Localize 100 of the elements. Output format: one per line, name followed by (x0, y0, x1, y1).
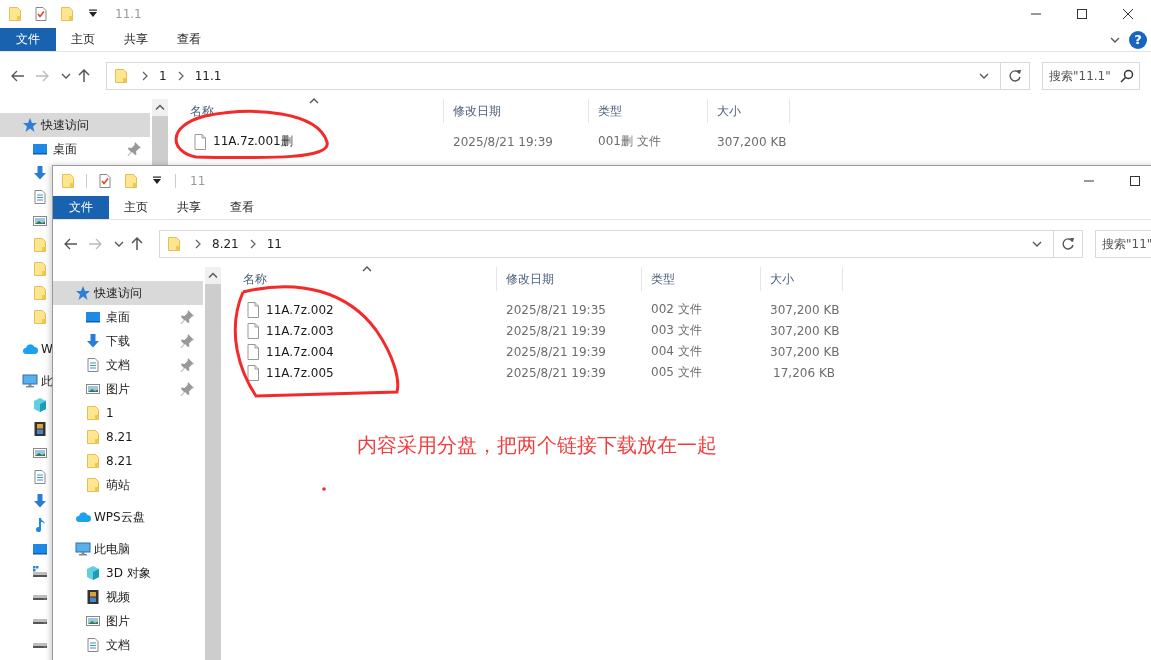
ribbon-tab[interactable]: 查看 (215, 196, 268, 219)
sidebar-item[interactable]: 视频 (53, 585, 203, 609)
file-name[interactable]: 11A.7z.005 (266, 365, 334, 380)
column-header[interactable]: 大小 (708, 99, 790, 123)
sidebar-item[interactable]: 3D 对象 (53, 561, 203, 585)
address-bar[interactable]: 1 11.1 (106, 62, 1030, 90)
file-menu-button[interactable]: 文件 (0, 28, 56, 51)
file-icon (245, 322, 261, 339)
file-type: 002 文件 (650, 301, 703, 318)
file-size: 307,200 KB (769, 302, 841, 317)
breadcrumb[interactable]: 11 (262, 237, 286, 251)
ribbon-tab[interactable]: 查看 (162, 28, 215, 51)
picture-icon (32, 213, 48, 229)
sidebar-item[interactable]: 1 (53, 401, 203, 425)
modified-date: 2025/8/21 19:39 (452, 134, 554, 149)
file-type: 004 文件 (650, 343, 703, 360)
document-icon (85, 637, 101, 653)
cloud-icon (22, 341, 38, 357)
address-bar[interactable]: 8.21 11 (159, 230, 1083, 258)
maximize-icon[interactable] (1127, 173, 1143, 189)
ribbon-tab[interactable]: 共享 (162, 196, 215, 219)
breadcrumb[interactable]: 11.1 (190, 69, 226, 83)
sidebar-item[interactable]: 8.21 (53, 425, 203, 449)
folder-icon (32, 309, 48, 325)
column-header[interactable]: 修改日期 (444, 99, 589, 123)
folder-icon (85, 477, 101, 493)
document-icon (32, 189, 48, 205)
column-header[interactable]: 类型 (589, 99, 708, 123)
scrollbar[interactable] (205, 267, 221, 660)
folder-icon (32, 237, 48, 253)
properties-icon[interactable] (33, 6, 49, 22)
ribbon-tab[interactable]: 主页 (109, 196, 162, 219)
sidebar-item[interactable]: 桌面 (0, 137, 150, 161)
file-icon (192, 133, 208, 150)
file-menu-button[interactable]: 文件 (53, 196, 109, 219)
film-icon (85, 589, 101, 605)
sidebar-item[interactable]: 下载 (53, 329, 203, 353)
modified-date: 2025/8/21 19:39 (505, 323, 607, 338)
file-type: 003 文件 (650, 322, 703, 339)
column-header[interactable]: 名称 (221, 267, 497, 291)
file-name[interactable]: 11A.7z.004 (266, 344, 334, 359)
file-size: 307,200 KB (769, 323, 841, 338)
folder-icon (166, 236, 182, 252)
properties-icon[interactable] (97, 173, 113, 189)
sidebar-item[interactable]: 图片 (53, 377, 203, 401)
sidebar-item[interactable]: 此电脑 (53, 537, 203, 561)
sidebar-item[interactable]: 文档 (53, 633, 203, 657)
file-size: 17,206 KB (772, 365, 836, 380)
star-icon (75, 285, 91, 301)
scroll-up-icon[interactable] (205, 267, 221, 284)
file-name[interactable]: 11A.7z.002 (266, 302, 334, 317)
maximize-icon[interactable] (1074, 6, 1090, 22)
file-name[interactable]: 11A.7z.001删 (213, 133, 293, 150)
column-header[interactable]: 修改日期 (497, 267, 642, 291)
up-arrow-icon[interactable] (129, 236, 145, 252)
search-field[interactable]: 搜索"11.1" (1042, 62, 1140, 90)
sidebar-item[interactable]: 桌面 (53, 305, 203, 329)
pin-icon (179, 381, 195, 397)
file-name[interactable]: 11A.7z.003 (266, 323, 334, 338)
breadcrumb[interactable]: 8.21 (208, 237, 243, 251)
back-arrow-icon[interactable] (63, 236, 79, 252)
file-size: 307,200 KB (769, 344, 841, 359)
sidebar-item[interactable]: 快速访问 (53, 281, 203, 305)
sidebar-item[interactable]: 8.21 (53, 449, 203, 473)
sidebar-item[interactable]: WPS云盘 (53, 505, 203, 529)
modified-date: 2025/8/21 19:35 (505, 302, 607, 317)
download-icon (32, 493, 48, 509)
scroll-up-icon[interactable] (152, 99, 168, 116)
modified-date: 2025/8/21 19:39 (505, 344, 607, 359)
sidebar-item[interactable]: W (0, 337, 51, 361)
desktop-icon (85, 309, 101, 325)
help-button[interactable]: ? (1129, 30, 1147, 49)
folder-icon (113, 68, 129, 84)
picture-icon (32, 445, 48, 461)
modified-date: 2025/8/21 19:39 (505, 365, 607, 380)
sidebar-item[interactable]: 快速访问 (0, 113, 150, 137)
file-icon (245, 364, 261, 381)
file-size: 307,200 KB (716, 134, 788, 149)
picture-icon (85, 381, 101, 397)
up-arrow-icon[interactable] (76, 68, 92, 84)
annotation-dot (322, 487, 326, 491)
sidebar-item[interactable]: 图片 (53, 609, 203, 633)
column-header[interactable]: 类型 (642, 267, 761, 291)
cube-icon (85, 565, 101, 581)
breadcrumb[interactable]: 1 (155, 69, 171, 83)
download-icon (85, 333, 101, 349)
sidebar-item[interactable]: 文档 (53, 353, 203, 377)
sidebar-item[interactable]: 萌站 (53, 473, 203, 497)
ribbon-tab[interactable]: 共享 (109, 28, 162, 51)
search-field[interactable]: 搜索"11" (1095, 230, 1151, 258)
film-icon (32, 421, 48, 437)
computer-icon (75, 541, 91, 557)
column-header[interactable]: 大小 (761, 267, 843, 291)
back-arrow-icon[interactable] (10, 68, 26, 84)
desktop-icon (32, 541, 48, 557)
desktop-icon (32, 141, 48, 157)
pin-icon (179, 333, 195, 349)
search-icon (1119, 68, 1135, 84)
ribbon-tab[interactable]: 主页 (56, 28, 109, 51)
close-icon[interactable] (1120, 6, 1136, 22)
